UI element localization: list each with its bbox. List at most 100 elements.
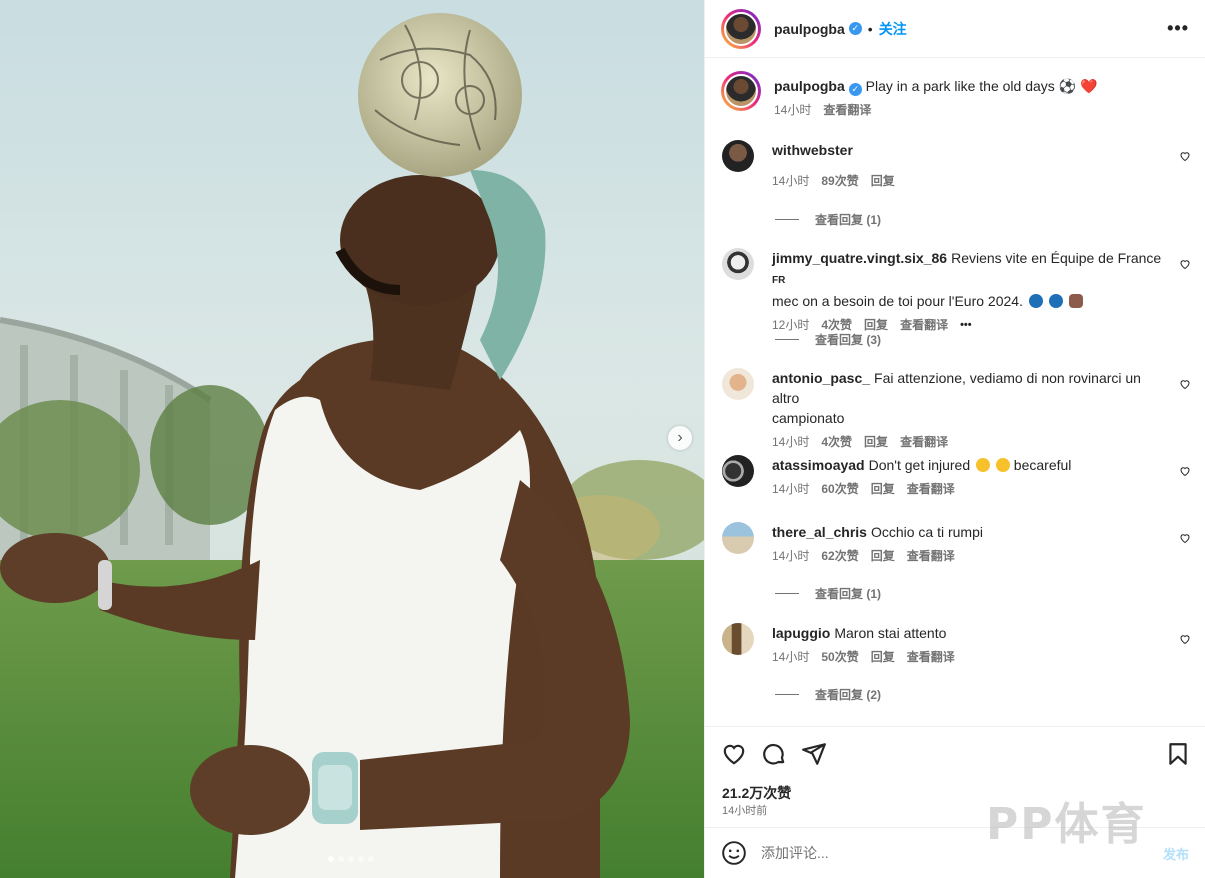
comment-time: 14小时	[772, 435, 810, 449]
caption-time: 14小时	[774, 103, 812, 117]
comment-item: lapuggio Maron stai attento 14小时 50次赞 回复 …	[722, 623, 1193, 665]
carousel-dot	[348, 856, 354, 862]
comment-text: Maron stai attento	[834, 625, 947, 641]
laughing-emoji-icon	[976, 458, 991, 472]
comment-time: 14小时	[772, 650, 810, 664]
post-header: paulpogba ✓ • 关注 •••	[705, 0, 1205, 58]
next-slide-button[interactable]: ›	[668, 426, 692, 450]
comment-text: Reviens vite en Équipe de France	[951, 250, 1162, 266]
comment-text: Occhio ca ti rumpi	[870, 524, 983, 540]
more-options-icon[interactable]: •••	[1167, 18, 1189, 39]
view-replies-label: 查看回复 (1)	[815, 587, 882, 601]
comment-item: withwebster 14小时 89次赞 回复	[722, 140, 1193, 189]
post-actions: 21.2万次赞 14小时前	[705, 726, 1205, 827]
comment-item: jimmy_quatre.vingt.six_86 Reviens vite en…	[722, 248, 1193, 333]
translate-link[interactable]: 查看翻译	[907, 480, 955, 497]
follow-button[interactable]: 关注	[879, 19, 907, 39]
posted-time: 14小时前	[722, 805, 768, 817]
commenter-username[interactable]: antonio_pasc_	[772, 370, 870, 386]
caption-emojis: ⚽ ❤️	[1058, 78, 1098, 94]
reply-button[interactable]: 回复	[871, 547, 895, 564]
author-username[interactable]: paulpogba	[774, 21, 845, 37]
likes-count[interactable]: 21.2万次赞	[722, 783, 791, 803]
carousel-dot	[368, 856, 374, 862]
comment-text: Don't get injured	[868, 457, 971, 473]
translate-link[interactable]: 查看翻译	[907, 547, 955, 564]
commenter-username[interactable]: atassimoayad	[772, 457, 865, 473]
heart-icon[interactable]	[1179, 465, 1191, 477]
blue-circle-emoji-icon	[1028, 294, 1043, 308]
verified-badge-icon: ✓	[848, 22, 862, 35]
comment-likes[interactable]: 60次赞	[821, 480, 858, 497]
blue-circle-emoji-icon	[1048, 294, 1063, 308]
fist-emoji-icon	[1068, 294, 1083, 308]
view-replies-button[interactable]: 查看回复 (3)	[775, 331, 881, 348]
reply-button[interactable]: 回复	[871, 480, 895, 497]
separator-dot: •	[867, 20, 873, 37]
commenter-username[interactable]: there_al_chris	[772, 524, 867, 540]
commenter-username[interactable]: jimmy_quatre.vingt.six_86	[772, 250, 947, 266]
post-caption: paulpogba ✓ Play in a park like the old d…	[721, 71, 1097, 118]
comment-icon[interactable]	[761, 741, 787, 767]
comment-input[interactable]	[761, 845, 1163, 861]
caption-text: Play in a park like the old days	[865, 78, 1055, 94]
post-photo: ›	[0, 0, 704, 878]
commenter-avatar[interactable]	[722, 522, 754, 554]
comments-list: paulpogba ✓ Play in a park like the old d…	[705, 58, 1205, 726]
carousel-dots	[328, 856, 374, 862]
comment-likes[interactable]: 50次赞	[821, 648, 858, 665]
comment-time: 14小时	[772, 174, 810, 188]
view-replies-button[interactable]: 查看回复 (2)	[775, 686, 881, 703]
reply-button[interactable]: 回复	[864, 433, 888, 450]
commenter-avatar[interactable]	[722, 368, 754, 400]
comment-likes[interactable]: 4次赞	[821, 433, 852, 450]
translate-link[interactable]: 查看翻译	[907, 648, 955, 665]
photo-illustration	[0, 0, 704, 878]
view-replies-button[interactable]: 查看回复 (1)	[775, 585, 881, 602]
comment-time: 14小时	[772, 549, 810, 563]
view-replies-button[interactable]: 查看回复 (1)	[775, 211, 881, 228]
heart-icon[interactable]	[721, 741, 747, 767]
commenter-avatar[interactable]	[722, 248, 754, 280]
commenter-avatar[interactable]	[722, 623, 754, 655]
comment-item: antonio_pasc_ Fai attenzione, vediamo di …	[722, 368, 1193, 450]
comment-text-continued: campionato	[772, 410, 845, 426]
reply-button[interactable]: 回复	[871, 648, 895, 665]
view-replies-label: 查看回复 (3)	[815, 333, 882, 347]
post-comment-button[interactable]: 发布	[1163, 844, 1189, 863]
caption-username[interactable]: paulpogba	[774, 78, 845, 94]
comment-time: 14小时	[772, 482, 810, 496]
commenter-avatar[interactable]	[722, 455, 754, 487]
share-icon[interactable]	[801, 741, 827, 767]
comment-likes[interactable]: 89次赞	[821, 172, 858, 189]
heart-icon[interactable]	[1179, 532, 1191, 544]
post-side-panel: paulpogba ✓ • 关注 ••• paulpogba ✓ Play in …	[704, 0, 1205, 878]
carousel-dot	[358, 856, 364, 862]
heart-icon[interactable]	[1179, 258, 1191, 270]
author-avatar[interactable]	[721, 8, 761, 49]
laughing-emoji-icon	[995, 458, 1010, 472]
carousel-dot	[328, 856, 334, 862]
translate-link[interactable]: 查看翻译	[900, 316, 948, 333]
comment-text-tail: becareful	[1013, 457, 1072, 473]
caption-avatar[interactable]	[721, 71, 761, 111]
commenter-username[interactable]: withwebster	[772, 142, 853, 158]
heart-icon[interactable]	[1179, 633, 1191, 645]
view-replies-label: 查看回复 (1)	[815, 213, 882, 227]
carousel-dot	[338, 856, 344, 862]
commenter-avatar[interactable]	[722, 140, 754, 172]
heart-icon[interactable]	[1179, 378, 1191, 390]
comment-text-continued: mec on a besoin de toi pour l'Euro 2024.	[772, 293, 1023, 309]
heart-icon[interactable]	[1179, 150, 1191, 162]
verified-badge-icon: ✓	[848, 83, 862, 96]
comment-likes[interactable]: 62次赞	[821, 547, 858, 564]
chevron-right-icon: ›	[677, 429, 683, 446]
translate-link[interactable]: 查看翻译	[900, 433, 948, 450]
bookmark-icon[interactable]	[1165, 741, 1191, 767]
caption-translate-link[interactable]: 查看翻译	[823, 101, 871, 118]
commenter-username[interactable]: lapuggio	[772, 625, 830, 641]
comment-more-icon[interactable]: •••	[960, 319, 972, 331]
emoji-icon[interactable]	[721, 840, 747, 866]
comment-item: atassimoayad Don't get injured becareful …	[722, 455, 1193, 497]
reply-button[interactable]: 回复	[871, 172, 895, 189]
